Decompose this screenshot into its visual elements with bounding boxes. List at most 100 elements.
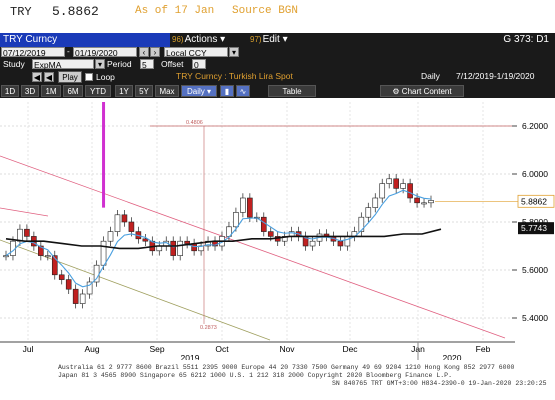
y-tick-label: 5.4000 (522, 313, 548, 323)
timeframe-toolbar: 1D 3D 1M 6M YTD 1Y 5Y Max Daily ▾ ▮ ∿ Ta… (0, 84, 555, 98)
candle-type-icon[interactable]: ▮ (220, 85, 234, 97)
candle-body (3, 255, 9, 258)
currency-select[interactable]: Local CCY (164, 47, 228, 58)
candle-body (358, 216, 365, 232)
x-tick-label: Sep (149, 344, 164, 354)
table-button[interactable]: Table (268, 85, 316, 97)
step-back-icon[interactable]: ◀ (44, 72, 54, 82)
offset-label: Offset (161, 59, 184, 69)
candle-body (24, 228, 30, 237)
date-separator: - (67, 47, 70, 56)
candle-body (365, 207, 372, 218)
edit-menu[interactable]: 97)Edit ▾ (250, 33, 288, 47)
actions-menu[interactable]: 96)Actions ▾ (172, 33, 225, 47)
candle-body (93, 264, 100, 283)
chart-title: TRY Curncy : Turkish Lira Spot (176, 71, 293, 81)
loop-checkbox[interactable] (85, 73, 93, 81)
candle-body (45, 255, 51, 258)
security-header: TRY 5.8862 As of 17 Jan Source BGN (0, 0, 555, 24)
candle-body (414, 197, 420, 204)
x-year-label: 2019 (181, 353, 200, 360)
candle-body (121, 214, 128, 223)
price-chart[interactable]: 6.20006.00005.80005.60005.4000 Jul Aug Sep… (0, 98, 555, 360)
y-tick-label: 5.6000 (522, 265, 548, 275)
y-tick-label: 6.2000 (522, 121, 548, 131)
period-label: Period (107, 59, 132, 69)
study-dropdown-icon[interactable]: ▾ (95, 59, 105, 69)
candle-body (100, 240, 107, 266)
timeframe-max[interactable]: Max (155, 85, 179, 97)
x-tick-label: Feb (476, 344, 491, 354)
prev-arrow-icon[interactable]: ‹ (139, 47, 149, 57)
x-tick-label: Aug (84, 344, 99, 354)
annotation-lower: 0.2873 (200, 325, 217, 331)
timeframe-5y[interactable]: 5Y (135, 85, 153, 97)
security-title[interactable]: TRY Curncy (0, 33, 170, 47)
candle-body (65, 279, 72, 290)
candle-body (170, 240, 177, 256)
last-price: 5.8862 (52, 4, 99, 19)
candle-body (393, 178, 399, 189)
candle-body (233, 212, 239, 228)
timeframe-ytd[interactable]: YTD (85, 85, 111, 97)
plot-background (0, 98, 515, 360)
end-date-field[interactable]: 01/19/2020 (73, 47, 137, 58)
rewind-icon[interactable]: ◀ (32, 72, 42, 82)
y-axis: 6.20006.00005.80005.60005.4000 (512, 121, 548, 323)
currency-dropdown-icon[interactable]: ▾ (229, 47, 239, 57)
study-select[interactable]: ExpMA (32, 59, 94, 70)
period-field[interactable]: 5 (140, 59, 154, 70)
offset-field[interactable]: 0 (192, 59, 206, 70)
x-tick-label: Oct (215, 344, 229, 354)
start-date-field[interactable]: 07/12/2019 (1, 47, 65, 58)
candle-body (177, 240, 183, 256)
footer-line-2: Japan 81 3 4565 8900 Singapore 65 6212 1… (58, 372, 452, 379)
y-tick-label: 6.0000 (522, 169, 548, 179)
candle-body (428, 200, 434, 204)
last-price-label: 5.8862 (521, 196, 547, 206)
footer-line-3: SN 840765 TRT GMT+3:00 H834-2390-0 19-Ja… (332, 380, 547, 387)
ma-value-label: 5.7743 (521, 223, 547, 233)
graph-id: G 373: D1 (503, 34, 549, 45)
next-arrow-icon[interactable]: › (150, 47, 160, 57)
candle-body (17, 228, 23, 242)
actions-menu-label: Actions ▾ (184, 34, 226, 45)
candle-body (128, 221, 135, 232)
ticker-symbol: TRY (10, 5, 32, 19)
candle-body (79, 293, 86, 304)
candle-body (240, 197, 246, 213)
chart-content-icon: ⚙ (392, 87, 402, 96)
edit-menu-number: 97) (250, 35, 262, 44)
actions-menu-number: 96) (172, 35, 184, 44)
candle-body (400, 183, 406, 189)
candle-body (114, 214, 121, 232)
timeframe-1d[interactable]: 1D (1, 85, 19, 97)
candle-body (407, 183, 413, 199)
play-row: ◀ ◀ Play Loop TRY Curncy : Turkish Lira … (0, 70, 555, 84)
timeframe-6m[interactable]: 6M (63, 85, 83, 97)
title-toolbar: TRY Curncy 96)Actions ▾ 97)Edit ▾ G 373:… (0, 33, 555, 47)
timeframe-1m[interactable]: 1M (41, 85, 61, 97)
candle-body (107, 231, 114, 242)
line-type-icon[interactable]: ∿ (236, 85, 250, 97)
chart-content-button[interactable]: ⚙ Chart Content (380, 85, 464, 97)
frequency-select[interactable]: Daily ▾ (181, 85, 217, 97)
candle-body (421, 202, 427, 205)
candle-body (260, 216, 267, 232)
candle-body (267, 231, 274, 237)
x-tick-label: Dec (342, 344, 358, 354)
as-of-date: As of 17 Jan (135, 5, 215, 17)
study-controls: Study ExpMA ▾ Period 5 Offset 0 (0, 58, 555, 70)
footer: Australia 61 2 9777 8600 Brazil 5511 239… (0, 360, 555, 400)
footer-line-1: Australia 61 2 9777 8600 Brazil 5511 239… (58, 364, 515, 371)
candle-body (247, 197, 253, 218)
candle-body (372, 197, 379, 208)
timeframe-3d[interactable]: 3D (21, 85, 39, 97)
play-button[interactable]: Play (58, 71, 82, 83)
annotation-upper: 0.4806 (186, 120, 203, 126)
candle-body (337, 240, 344, 247)
candle-body (344, 236, 351, 247)
date-controls: 07/12/2019 - 01/19/2020 ‹ › Local CCY ▾ (0, 47, 555, 58)
timeframe-1y[interactable]: 1Y (115, 85, 133, 97)
candle-body (386, 178, 392, 184)
